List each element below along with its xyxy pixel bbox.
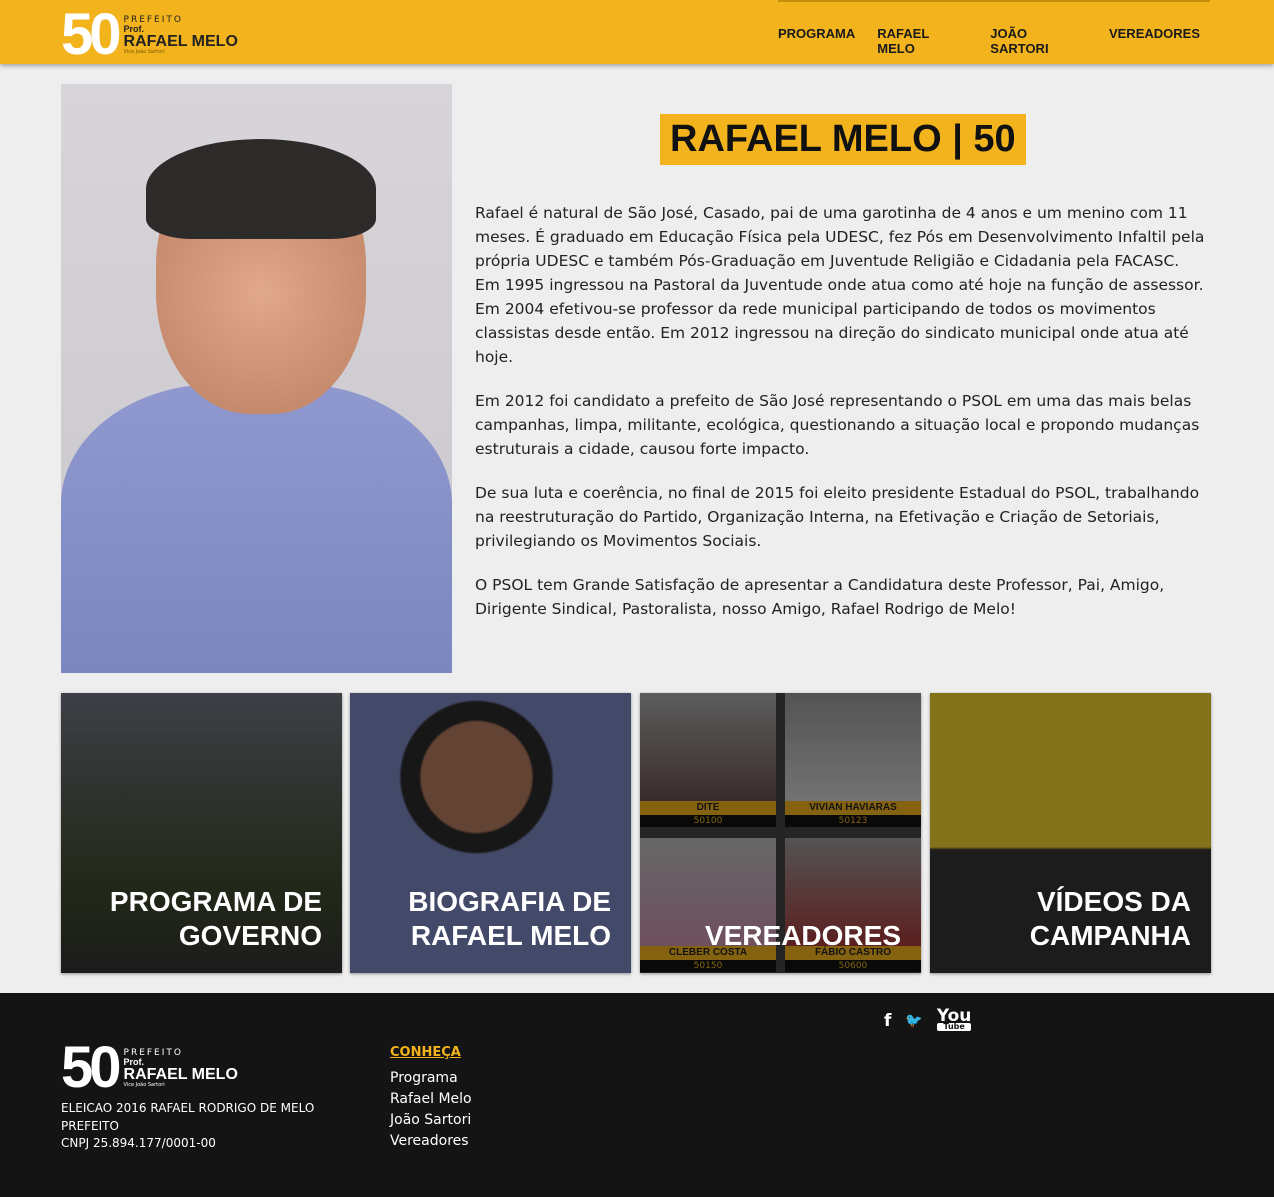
- bio-paragraph: De sua luta e coerência, no final de 201…: [475, 484, 1200, 550]
- youtube-icon[interactable]: You Tube: [936, 1007, 972, 1031]
- bio-paragraph: O PSOL tem Grande Satisfação de apresent…: [475, 576, 1165, 618]
- footer-link-rafael-melo[interactable]: Rafael Melo: [390, 1089, 472, 1110]
- site-header: 50 PREFEITO Prof. RAFAEL MELO Vice João …: [0, 0, 1274, 64]
- twitter-icon[interactable]: 🐦: [905, 1013, 922, 1029]
- social-links: f 🐦 You Tube: [884, 1007, 972, 1031]
- tile-videos-campanha[interactable]: VÍDEOS DA CAMPANHA: [930, 693, 1211, 973]
- tile-vereadores[interactable]: DITE 50100 VIVIAN HAVIARAS 50123 CLEBER CO…: [640, 693, 921, 973]
- footer-link-joao-sartori[interactable]: João Sartori: [390, 1110, 472, 1131]
- nav-programa[interactable]: PROGRAMA: [778, 26, 855, 56]
- facebook-icon[interactable]: f: [884, 1011, 891, 1031]
- footer-link-vereadores[interactable]: Vereadores: [390, 1131, 472, 1152]
- footer-links: CONHEÇA Programa Rafael Melo João Sartor…: [390, 1045, 472, 1152]
- nav-rafael-melo[interactable]: RAFAEL MELO: [877, 26, 968, 56]
- page-title: RAFAEL MELO | 50: [660, 114, 1026, 165]
- tile-programa-de-governo[interactable]: PROGRAMA DE GOVERNO: [61, 693, 342, 973]
- site-footer: f 🐦 You Tube 50 PREFEITO Prof. RAFAEL MEL…: [0, 993, 1274, 1197]
- nav-vereadores[interactable]: VEREADORES: [1109, 26, 1200, 56]
- site-logo[interactable]: 50 PREFEITO Prof. RAFAEL MELO Vice João …: [61, 6, 238, 64]
- nav-joao-sartori[interactable]: JOÃO SARTORI: [990, 26, 1087, 56]
- bio-paragraph: Em 2012 foi candidato a prefeito de São …: [475, 392, 1200, 458]
- main-nav: PROGRAMA RAFAEL MELO JOÃO SARTORI VEREAD…: [778, 0, 1210, 56]
- footer-info: ELEICAO 2016 RAFAEL RODRIGO DE MELO PREF…: [61, 1101, 315, 1150]
- biography: Rafael é natural de São José, Casado, pa…: [475, 201, 1205, 641]
- footer-logo: 50 PREFEITO Prof. RAFAEL MELO Vice João …: [61, 1035, 238, 1100]
- footer-links-title: CONHEÇA: [390, 1045, 461, 1060]
- tile-biografia[interactable]: BIOGRAFIA DE RAFAEL MELO: [350, 693, 631, 973]
- footer-link-programa[interactable]: Programa: [390, 1068, 472, 1089]
- candidate-portrait: [61, 84, 452, 673]
- bio-paragraph: Rafael é natural de São José, Casado, pa…: [475, 204, 1205, 366]
